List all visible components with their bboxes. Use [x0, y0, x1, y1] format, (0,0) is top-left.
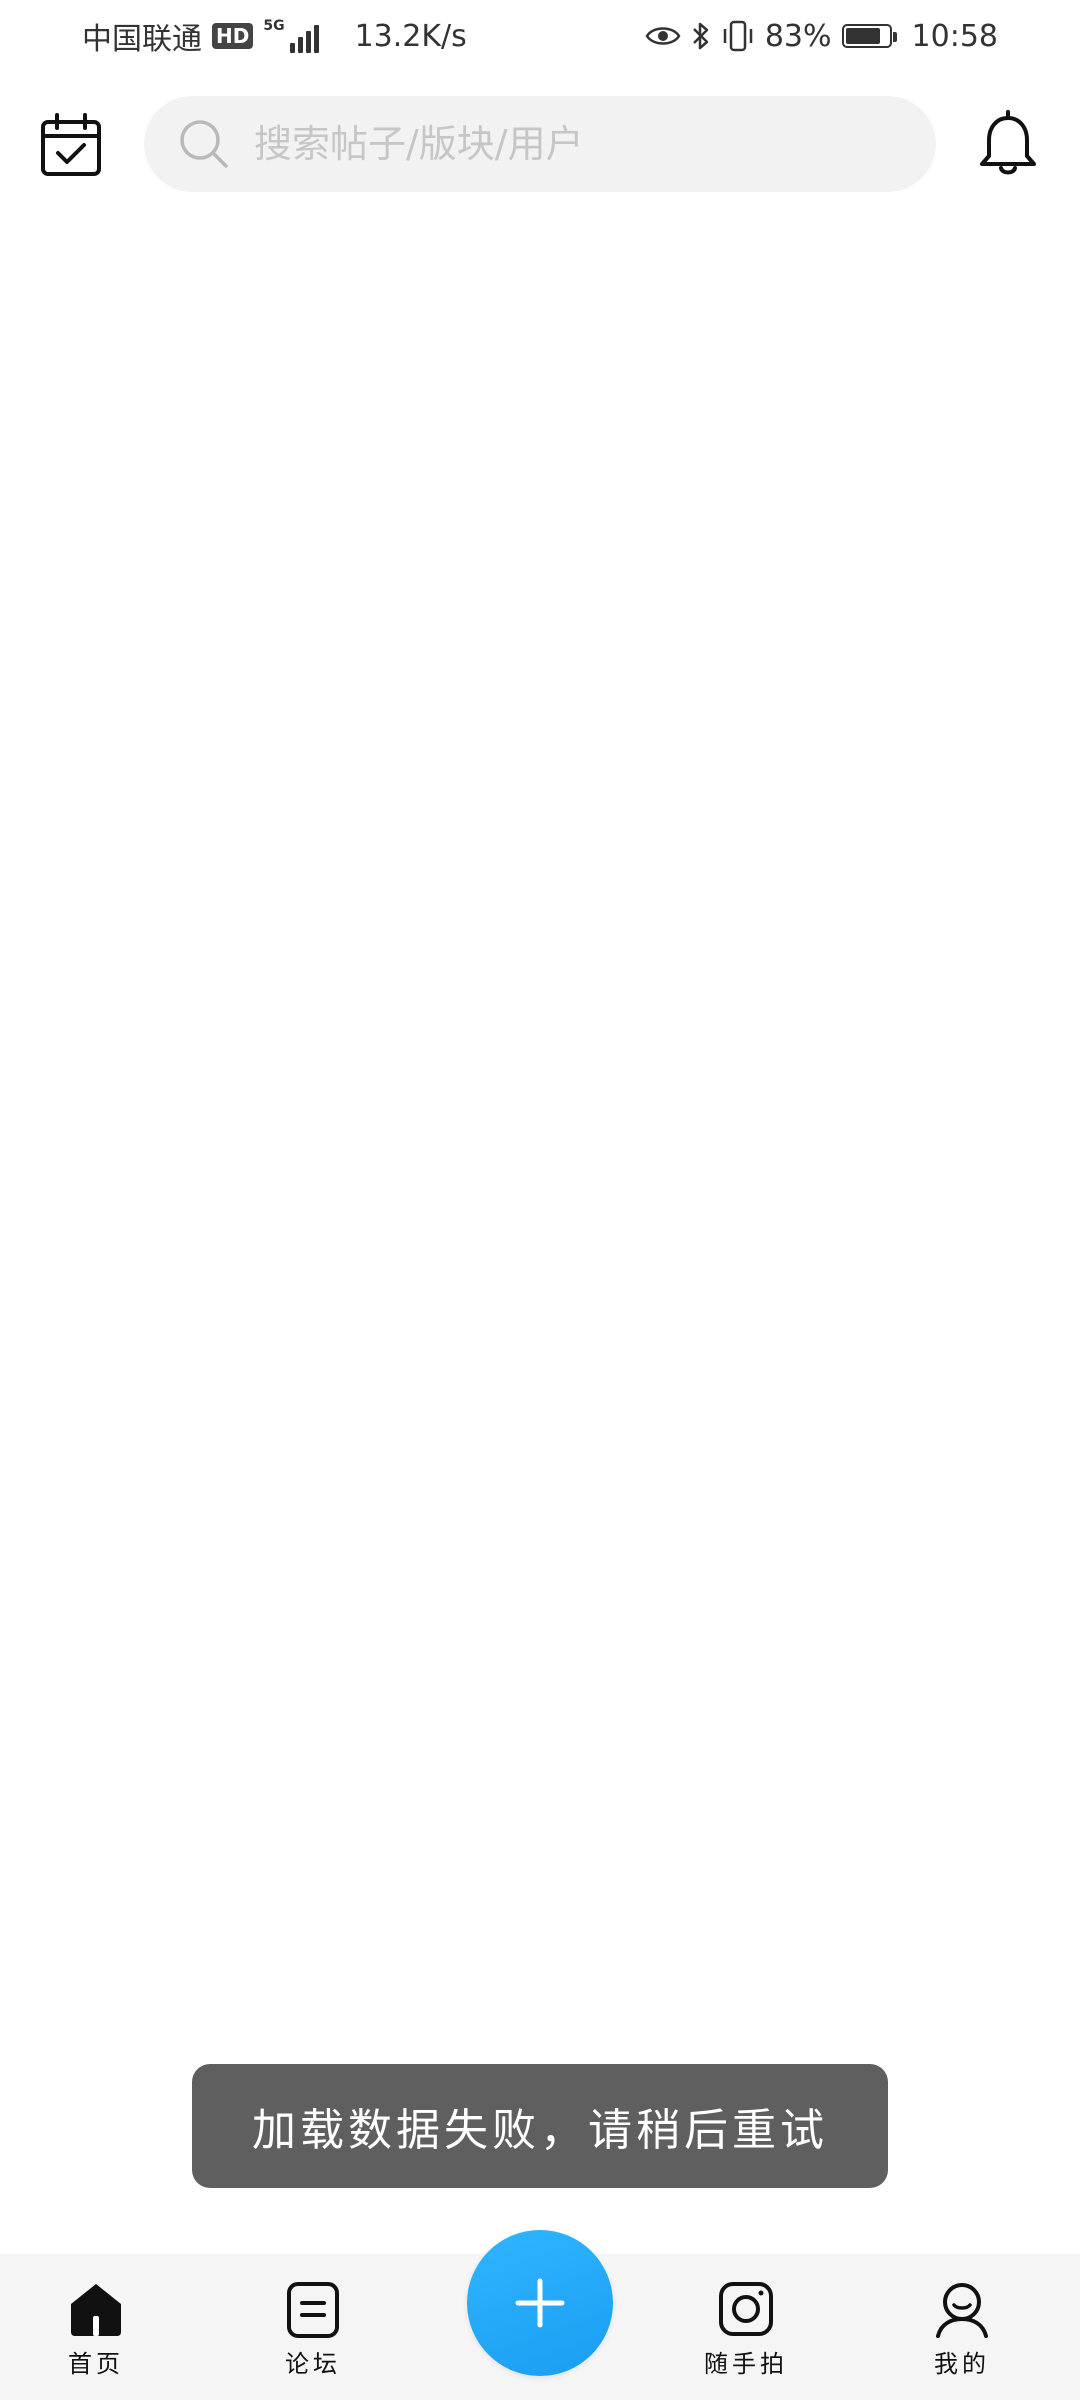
- toast-message: 加载数据失败，请稍后重试: [252, 2105, 828, 2156]
- signal-icon: 5G: [263, 18, 319, 53]
- search-icon: [180, 120, 228, 168]
- signal-bar: [313, 25, 319, 53]
- network-type: 5G: [263, 18, 285, 34]
- home-icon: [71, 2284, 121, 2336]
- header: [0, 94, 1080, 194]
- nav-item-home[interactable]: 首页: [16, 2254, 176, 2400]
- nav-item-mine[interactable]: 我的: [882, 2254, 1042, 2400]
- camera-icon: [719, 2282, 773, 2336]
- nav-label: 论坛: [285, 2350, 341, 2378]
- nav-label: 首页: [68, 2350, 124, 2378]
- compose-button[interactable]: [467, 2230, 613, 2376]
- bluetooth-icon: [692, 22, 709, 50]
- status-right: 83% 10:58: [645, 19, 998, 54]
- bell-icon: [980, 110, 1036, 175]
- notification-button[interactable]: [976, 110, 1040, 178]
- nav-label: 我的: [934, 2350, 990, 2378]
- search-input[interactable]: [252, 121, 856, 167]
- signal-bar: [297, 37, 303, 53]
- signal-bar: [289, 43, 295, 53]
- nav-label: 随手拍: [704, 2350, 788, 2378]
- calendar-button[interactable]: [38, 112, 104, 178]
- hd-badge: HD: [212, 23, 254, 49]
- status-left: 中国联通 HD 5G 13.2K/s: [82, 14, 467, 58]
- user-icon: [936, 2283, 988, 2338]
- battery-fill: [845, 28, 881, 44]
- battery-percent: 83%: [764, 18, 832, 54]
- calendar-check-icon: [41, 113, 101, 176]
- carrier-name: 中国联通: [82, 22, 202, 57]
- net-speed: 13.2K/s: [354, 18, 467, 54]
- search-bar[interactable]: [144, 96, 936, 192]
- content-area: [0, 200, 1080, 2250]
- eye-icon: [645, 27, 681, 45]
- battery-icon: [841, 24, 897, 48]
- error-toast: 加载数据失败，请稍后重试: [192, 2064, 888, 2188]
- forum-icon: [287, 2282, 339, 2338]
- nav-item-snap[interactable]: 随手拍: [666, 2254, 826, 2400]
- vibrate-icon: [723, 20, 753, 52]
- status-bar: 中国联通 HD 5G 13.2K/s 83% 10:58: [0, 0, 1080, 72]
- clock: 10:58: [911, 18, 998, 54]
- signal-bar: [305, 31, 311, 53]
- nav-item-forum[interactable]: 论坛: [233, 2254, 393, 2400]
- plus-icon: [515, 2278, 565, 2328]
